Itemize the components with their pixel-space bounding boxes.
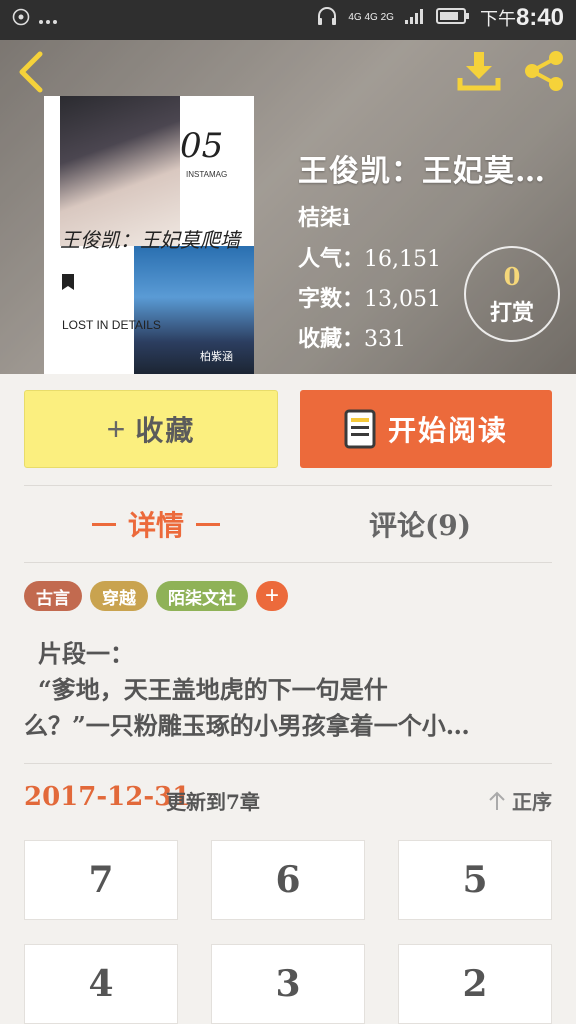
download-icon bbox=[457, 52, 501, 91]
stat-popularity: 人气：16,151 bbox=[298, 241, 441, 273]
tab-comments[interactable]: 评论(9) bbox=[288, 494, 552, 554]
read-label: 开始阅读 bbox=[387, 414, 508, 447]
divider bbox=[24, 485, 552, 486]
cover-title: 王俊凯：王妃莫爬墙 bbox=[60, 228, 240, 252]
tag-item[interactable]: 穿越 bbox=[90, 581, 148, 611]
stat-label: 收藏： bbox=[298, 326, 365, 352]
tag-list: 古言 穿越 陌柒文社 + bbox=[24, 581, 288, 611]
clock: 8:40 bbox=[515, 4, 564, 31]
cover-number: 05 bbox=[180, 126, 224, 166]
tab-detail[interactable]: 详情 bbox=[24, 494, 288, 554]
chapter-button[interactable]: 4 bbox=[24, 944, 178, 1024]
tag-item[interactable]: 陌柒文社 bbox=[156, 581, 248, 611]
stat-label: 人气： bbox=[298, 246, 365, 272]
back-button[interactable] bbox=[14, 50, 50, 94]
cover-photo-bottom bbox=[134, 246, 254, 374]
book-cover[interactable]: 05 INSTAMAG 王俊凯：王妃莫爬墙 LOST IN DETAILS 柏紫… bbox=[44, 96, 254, 374]
book-author[interactable]: 桔柒i bbox=[298, 200, 350, 232]
add-tag-button[interactable]: + bbox=[256, 581, 288, 611]
add-to-favorites-button[interactable]: + 收藏 bbox=[24, 390, 278, 468]
time-prefix: 下午 bbox=[479, 9, 516, 29]
network-label: 4G 4G 2G bbox=[348, 12, 394, 23]
tab-detail-label: 详情 bbox=[127, 509, 184, 542]
chapter-button[interactable]: 5 bbox=[398, 840, 552, 920]
tip-button[interactable]: 0 打赏 bbox=[464, 246, 560, 342]
synopsis[interactable]: 片段一： “爹地，天王盖地虎的下一句是什 么？”一只粉雕玉琢的小男孩拿着一个小… bbox=[24, 636, 552, 744]
synopsis-line: “爹地，天王盖地虎的下一句是什 bbox=[38, 675, 388, 704]
cover-signature: 柏紫涵 bbox=[200, 350, 233, 363]
chapter-button[interactable]: 3 bbox=[211, 944, 365, 1024]
share-button[interactable] bbox=[520, 48, 568, 94]
stat-value: 16,151 bbox=[364, 247, 441, 272]
arrow-up-icon bbox=[489, 791, 505, 810]
dolby-icon bbox=[12, 8, 30, 31]
start-reading-button[interactable]: 开始阅读 bbox=[300, 390, 552, 468]
favorite-label: 收藏 bbox=[135, 414, 196, 447]
plus-icon: + bbox=[106, 410, 126, 447]
stat-word-count: 字数：13,051 bbox=[298, 281, 441, 313]
more-dots-icon bbox=[38, 9, 58, 30]
share-icon bbox=[525, 51, 563, 91]
tip-count: 0 bbox=[503, 262, 521, 291]
sort-label: 正序 bbox=[512, 790, 552, 814]
battery-icon bbox=[435, 7, 470, 30]
chapter-button[interactable]: 7 bbox=[24, 840, 178, 920]
stat-value: 331 bbox=[364, 327, 407, 352]
book-title: 王俊凯：王妃莫… bbox=[298, 154, 546, 189]
sort-toggle[interactable]: 正序 bbox=[488, 786, 552, 815]
tip-label: 打赏 bbox=[489, 300, 534, 326]
signal-icon bbox=[404, 7, 426, 30]
synopsis-line: 片段一： bbox=[38, 639, 134, 668]
headphones-icon bbox=[316, 6, 338, 31]
stat-favorites: 收藏：331 bbox=[298, 321, 406, 353]
cover-brand: INSTAMAG bbox=[186, 170, 228, 179]
chevron-left-icon bbox=[19, 51, 43, 93]
stat-label: 字数： bbox=[298, 286, 365, 312]
update-text: 更新到7章 bbox=[166, 790, 260, 814]
cover-badge: LOST IN DETAILS bbox=[62, 318, 161, 332]
tab-dash-right bbox=[196, 522, 220, 526]
divider bbox=[24, 562, 552, 563]
chapter-button[interactable]: 2 bbox=[398, 944, 552, 1024]
divider bbox=[24, 763, 552, 764]
bookmark-icon bbox=[62, 274, 74, 290]
status-bar: 4G 4G 2G 下午8:40 bbox=[0, 0, 576, 40]
download-button[interactable] bbox=[456, 48, 502, 94]
tab-comments-label: 评论(9) bbox=[369, 509, 471, 542]
synopsis-line: 么？”一只粉雕玉琢的小男孩拿着一个小… bbox=[24, 711, 470, 740]
stat-value: 13,051 bbox=[364, 287, 441, 312]
book-icon bbox=[344, 409, 376, 449]
chapter-grid: 7 6 5 4 3 2 bbox=[24, 840, 552, 1024]
book-header: 05 INSTAMAG 王俊凯：王妃莫爬墙 LOST IN DETAILS 柏紫… bbox=[0, 40, 576, 374]
tag-item[interactable]: 古言 bbox=[24, 581, 82, 611]
tab-dash-left bbox=[91, 522, 116, 526]
chapter-button[interactable]: 6 bbox=[211, 840, 365, 920]
